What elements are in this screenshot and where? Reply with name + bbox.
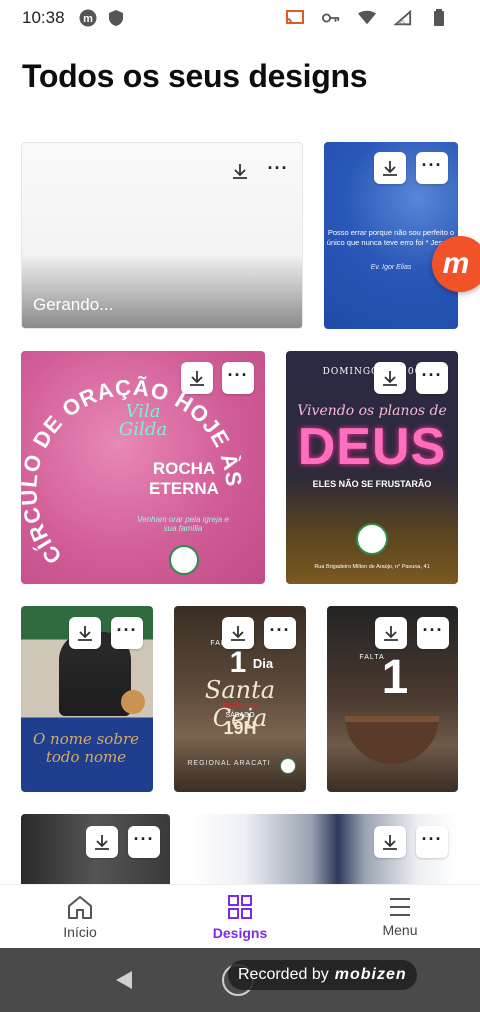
design-subtitle: Do Senhor [222, 702, 258, 709]
cast-icon [286, 9, 304, 27]
bottom-tab-bar: Início Designs Menu [0, 884, 480, 948]
download-button[interactable] [69, 617, 101, 649]
design-card[interactable]: ··· O nome sobre todo nome [21, 606, 153, 792]
tab-menu[interactable]: Menu [320, 885, 480, 948]
svg-text:m: m [83, 13, 93, 25]
more-options-button[interactable]: ··· [262, 155, 294, 187]
tab-designs[interactable]: Designs [160, 885, 320, 948]
more-icon: ··· [116, 620, 138, 640]
more-icon: ··· [422, 620, 444, 640]
design-number: 1 [381, 651, 409, 704]
svg-text:4G: 4G [397, 20, 406, 27]
gold-circle [121, 690, 145, 714]
quote-text: Posso errar porque não sou perfeito o ún… [326, 228, 456, 248]
tab-inicio[interactable]: Início [0, 885, 160, 948]
more-icon: ··· [421, 365, 443, 385]
recorder-brand: mobizen [334, 966, 407, 983]
download-button[interactable] [224, 155, 256, 187]
more-options-button[interactable]: ··· [111, 617, 143, 649]
more-icon: ··· [421, 155, 443, 175]
download-button[interactable] [86, 826, 118, 858]
design-caption: O nome sobre todo nome [32, 730, 139, 766]
design-card[interactable]: DOMINGOS 19:00 ··· Vivendo os planos de … [286, 351, 458, 584]
mobizen-icon: m [442, 247, 470, 280]
menu-icon [390, 897, 410, 916]
download-icon [384, 626, 398, 641]
more-options-button[interactable]: ··· [417, 617, 449, 649]
church-logo [280, 758, 296, 774]
design-address: Rua Brigadeiro Milton de Araújo, n° Pavu… [314, 564, 430, 570]
status-bar: 10:38 m 4G [0, 0, 480, 36]
design-region: REGIONAL ARACATI [187, 760, 271, 767]
download-button[interactable] [374, 362, 406, 394]
home-icon [68, 895, 92, 919]
page-title: Todos os seus designs [22, 58, 368, 94]
mobizen-icon: m [79, 9, 97, 27]
download-icon [233, 164, 247, 179]
back-icon [116, 971, 132, 989]
more-options-button[interactable]: ··· [416, 152, 448, 184]
recorder-badge: Recorded by mobizen [228, 960, 417, 990]
design-card[interactable]: ··· Gerando... [21, 142, 303, 329]
place-text: Vila Gilda [118, 401, 168, 440]
design-card[interactable]: ··· [191, 814, 458, 884]
tab-label: Início [63, 923, 97, 940]
design-hour: 19H [223, 718, 257, 738]
design-card[interactable]: ··· CÍRCULO DE ORAÇÃO HOJE ÀS 19:30 Vila… [21, 351, 265, 584]
battery-icon [430, 9, 448, 27]
church-logo [169, 545, 199, 575]
signal-icon: 4G [394, 9, 412, 27]
download-button[interactable] [374, 152, 406, 184]
tab-label: Designs [212, 924, 268, 941]
download-icon [383, 835, 397, 850]
recorder-prefix: Recorded by [238, 966, 329, 983]
design-card[interactable]: ··· [21, 814, 170, 884]
church-logo [356, 523, 388, 555]
design-number: 1 [229, 646, 247, 679]
design-card[interactable]: FALTA ··· 1 [327, 606, 458, 792]
more-icon: ··· [269, 620, 291, 640]
download-icon [78, 626, 92, 641]
download-icon [383, 161, 397, 176]
design-sub: ELES NÃO SE FRUSTARÃO [312, 479, 432, 489]
mobizen-float-button[interactable]: m [432, 236, 480, 292]
tab-label: Menu [382, 921, 418, 938]
cup-shape [345, 716, 439, 764]
more-icon: ··· [421, 829, 443, 849]
designs-grid-icon [228, 894, 252, 919]
more-options-button[interactable]: ··· [416, 362, 448, 394]
more-icon: ··· [267, 158, 289, 178]
download-button[interactable] [222, 617, 254, 649]
status-time: 10:38 [22, 8, 65, 27]
download-icon [95, 835, 109, 850]
church-text: ROCHA ETERNA [149, 459, 219, 498]
invite-text: Venham orar pela igreja e sua família [137, 515, 229, 533]
more-options-button[interactable]: ··· [264, 617, 296, 649]
key-icon [322, 9, 340, 27]
design-card[interactable]: ··· Posso errar porque não sou perfeito … [324, 142, 458, 329]
download-icon [231, 626, 245, 641]
design-card[interactable]: FALTA ··· 1 Dia Santa Ceia Do Senhor SÁB… [174, 606, 306, 792]
generating-label: Gerando... [33, 295, 114, 314]
download-icon [383, 371, 397, 386]
more-options-button[interactable]: ··· [416, 826, 448, 858]
design-unit: Dia [252, 656, 274, 671]
more-icon: ··· [133, 829, 155, 849]
download-button[interactable] [375, 617, 407, 649]
download-button[interactable] [374, 826, 406, 858]
shield-icon [107, 9, 125, 27]
back-button[interactable] [112, 968, 136, 992]
wifi-icon [358, 9, 376, 27]
more-options-button[interactable]: ··· [128, 826, 160, 858]
design-headline: DEUS [297, 418, 447, 476]
